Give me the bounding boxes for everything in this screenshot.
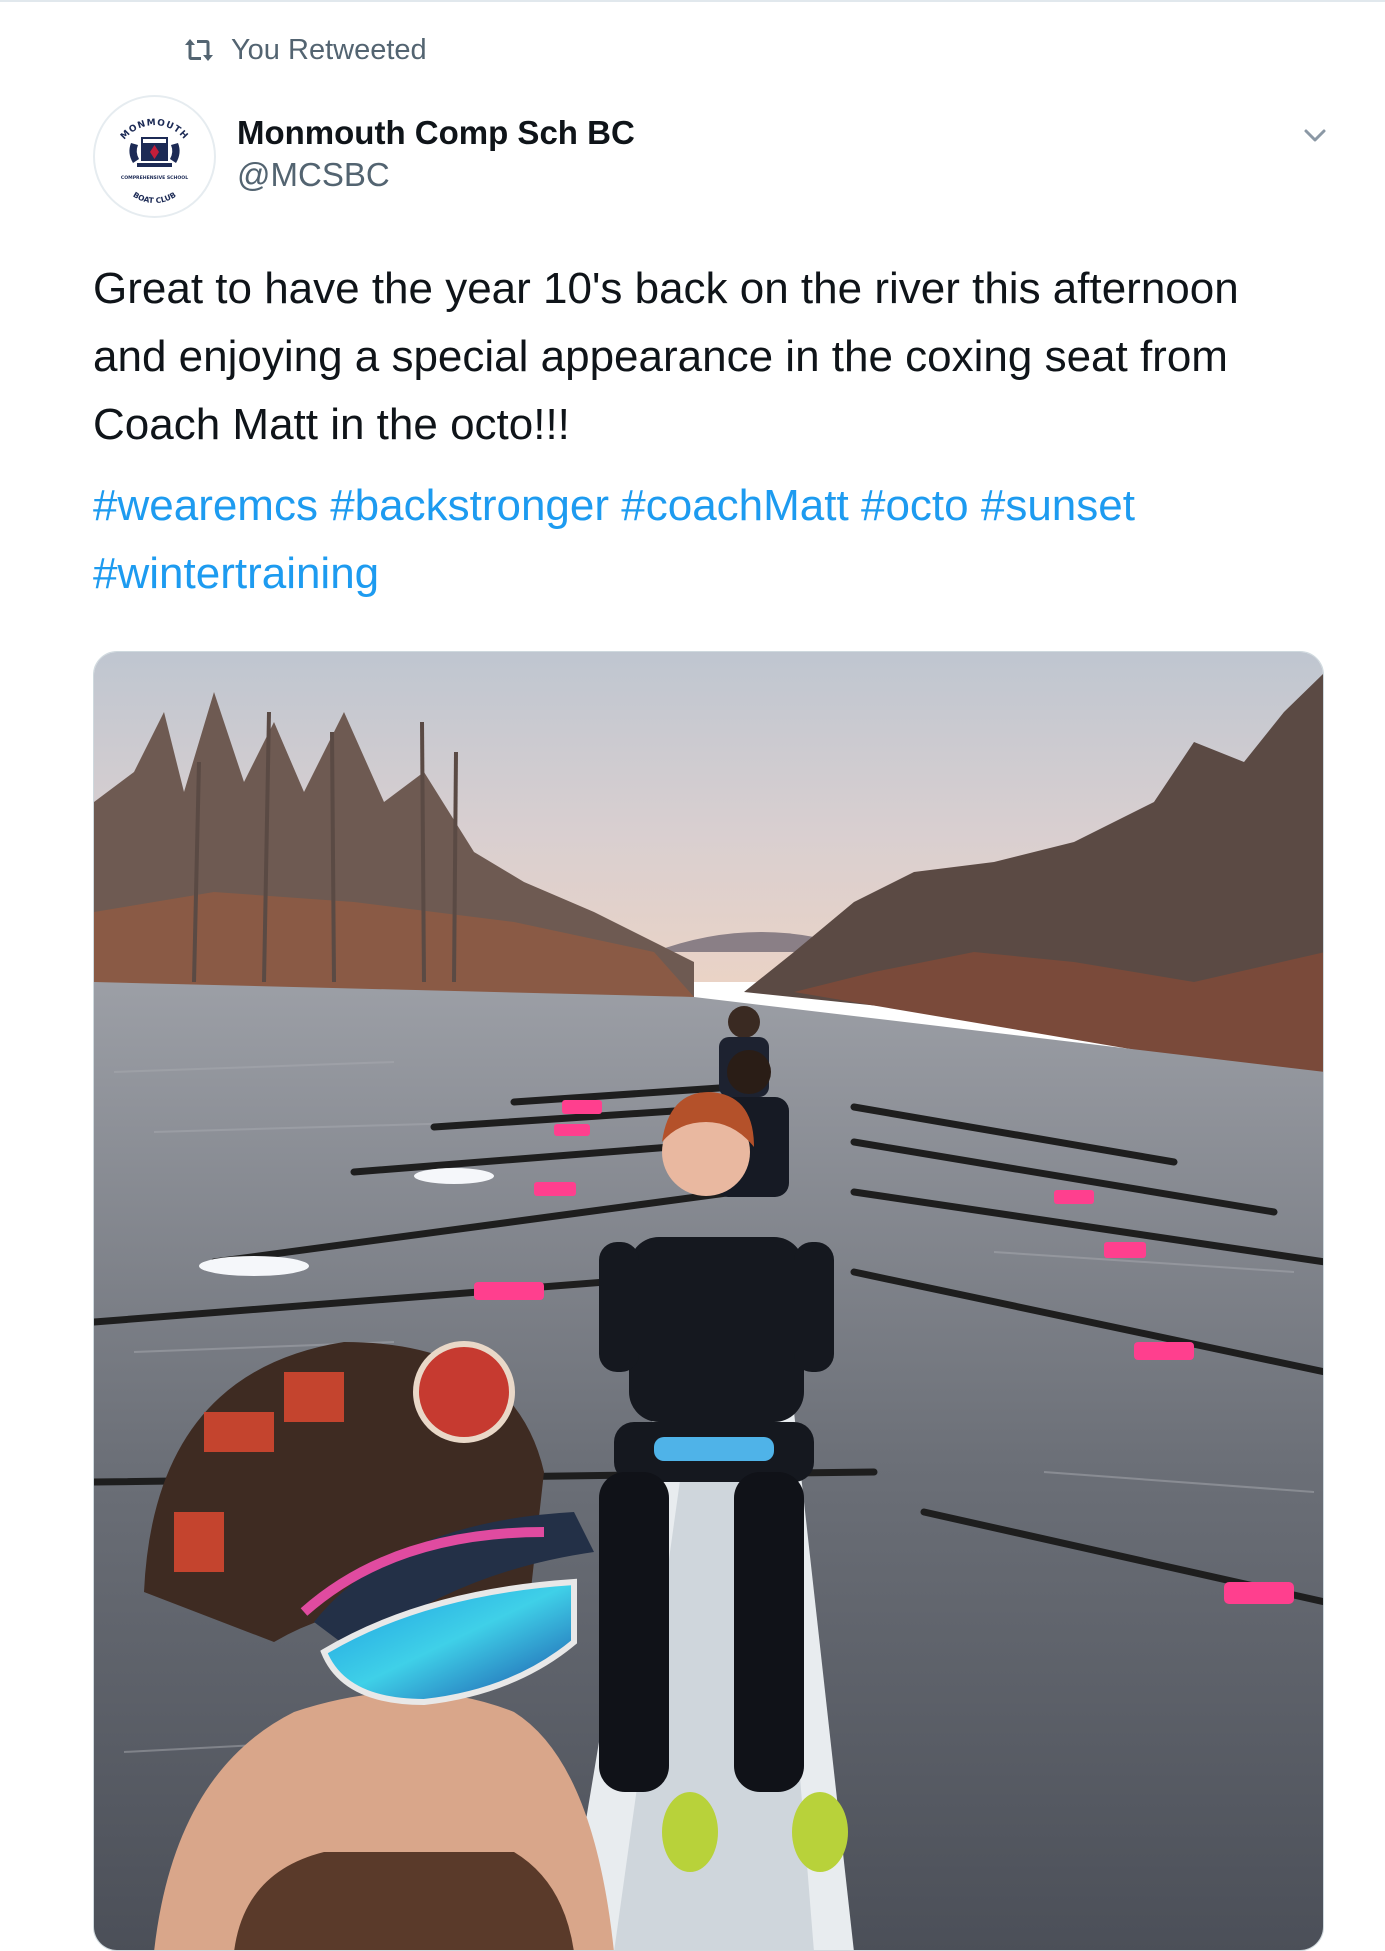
top-divider (0, 0, 1385, 2)
hashtag-link[interactable]: #sunset (981, 481, 1135, 530)
hashtag-list: #wearemcs #backstronger #coachMatt #octo… (93, 472, 1323, 608)
hashtag-link[interactable]: #octo (861, 481, 969, 530)
avatar[interactable]: MONMOUTH COMPREHENSIVE SCHOOL BOAT CLUB (93, 95, 216, 218)
user-handle[interactable]: @MCSBC (237, 154, 635, 196)
chevron-down-icon (1298, 118, 1332, 152)
hashtag-link[interactable]: #wearemcs (93, 481, 318, 530)
author-block: Monmouth Comp Sch BC @MCSBC (237, 112, 635, 196)
hashtag-link[interactable]: #wintertraining (93, 549, 379, 598)
hashtag-link[interactable]: #coachMatt (621, 481, 848, 530)
svg-text:COMPREHENSIVE SCHOOL: COMPREHENSIVE SCHOOL (121, 175, 188, 181)
tweet-text: Great to have the year 10's back on the … (93, 264, 1239, 449)
tweet-photo[interactable] (93, 651, 1324, 1951)
retweet-context: You Retweeted (183, 30, 427, 70)
retweet-label: You Retweeted (231, 33, 427, 66)
hashtag-link[interactable]: #backstronger (330, 481, 609, 530)
display-name[interactable]: Monmouth Comp Sch BC (237, 112, 635, 154)
retweet-icon (183, 36, 215, 64)
tweet-menu-button[interactable] (1298, 118, 1332, 152)
